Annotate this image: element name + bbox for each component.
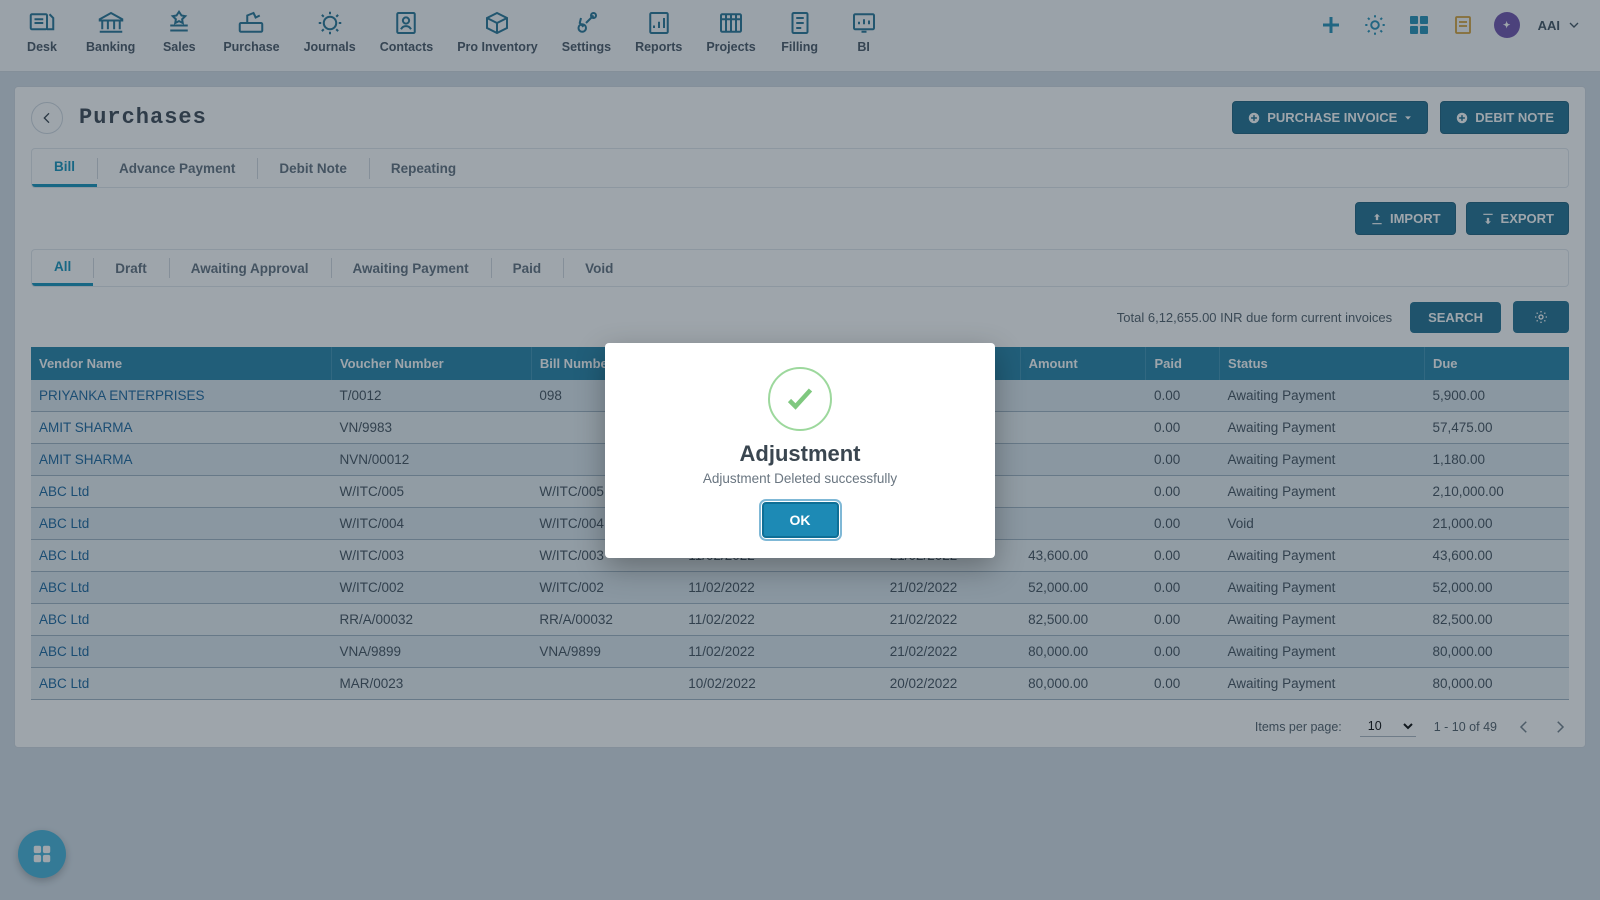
modal-ok-button[interactable]: OK: [762, 502, 839, 538]
modal-message: Adjustment Deleted successfully: [625, 471, 975, 486]
adjustment-modal: Adjustment Adjustment Deleted successful…: [605, 343, 995, 558]
modal-title: Adjustment: [625, 441, 975, 467]
modal-overlay[interactable]: Adjustment Adjustment Deleted successful…: [0, 0, 1600, 900]
success-check-icon: [768, 367, 832, 431]
